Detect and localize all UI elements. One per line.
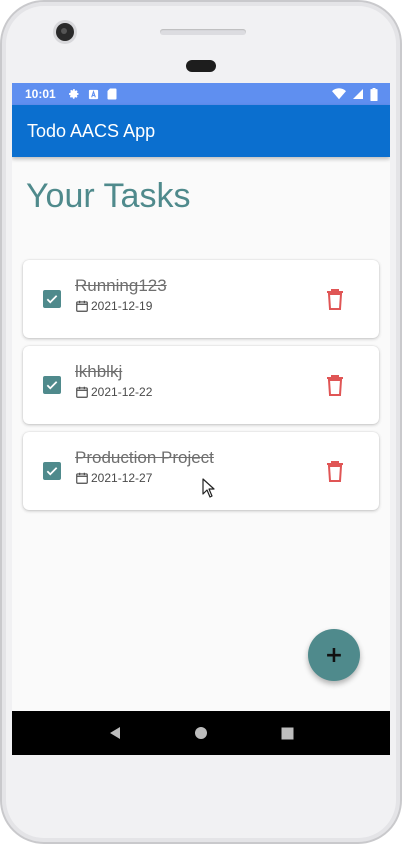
task-date: 2021-12-19 <box>91 299 153 313</box>
task-date: 2021-12-27 <box>91 471 153 485</box>
app-bar: Todo AACS App <box>12 105 390 157</box>
status-left-icons <box>68 88 117 100</box>
task-date-row: 2021-12-27 <box>75 471 152 485</box>
task-title: Production Project <box>75 448 214 467</box>
battery-icon <box>370 87 378 101</box>
delete-task-button[interactable] <box>321 457 349 485</box>
home-icon[interactable] <box>194 726 208 740</box>
task-date-row: 2021-12-22 <box>75 385 152 399</box>
recents-icon[interactable] <box>281 727 294 740</box>
mouse-cursor-icon <box>202 478 215 498</box>
task-title: lkhblkj <box>75 362 123 381</box>
task-list: Running123 2021-12-19 lkhblkj 2021-12-22 <box>23 260 379 518</box>
task-card[interactable]: Production Project 2021-12-27 <box>23 432 379 510</box>
status-bar: 10:01 <box>12 83 390 105</box>
earpiece <box>186 60 216 72</box>
check-icon <box>46 381 58 390</box>
task-title: Running123 <box>75 276 167 295</box>
task-date-row: 2021-12-19 <box>75 299 152 313</box>
trash-icon <box>327 461 343 482</box>
trash-icon <box>327 289 343 310</box>
task-date: 2021-12-22 <box>91 385 153 399</box>
top-speaker-grille <box>160 29 246 35</box>
back-icon[interactable] <box>108 726 122 740</box>
a-icon <box>88 89 98 99</box>
task-card[interactable]: lkhblkj 2021-12-22 <box>23 346 379 424</box>
calendar-icon <box>76 386 88 398</box>
sd-card-icon <box>107 88 117 100</box>
delete-task-button[interactable] <box>321 285 349 313</box>
status-time: 10:01 <box>25 87 56 101</box>
check-icon <box>46 467 58 476</box>
app-title: Todo AACS App <box>27 120 156 141</box>
gear-icon <box>68 89 79 99</box>
delete-task-button[interactable] <box>321 371 349 399</box>
add-task-button[interactable]: + <box>308 629 360 681</box>
calendar-icon <box>76 300 88 312</box>
phone-frame: 10:01 Todo AACS App Your Tasks Running12… <box>0 0 402 844</box>
front-camera <box>56 23 74 41</box>
task-completed-checkbox[interactable] <box>43 376 61 394</box>
task-card[interactable]: Running123 2021-12-19 <box>23 260 379 338</box>
status-right-icons <box>332 87 378 101</box>
wifi-icon <box>332 88 346 100</box>
system-nav-bar <box>12 711 390 755</box>
signal-icon <box>353 89 363 99</box>
trash-icon <box>327 375 343 396</box>
calendar-icon <box>76 472 88 484</box>
task-completed-checkbox[interactable] <box>43 462 61 480</box>
check-icon <box>46 295 58 304</box>
device-screen: 10:01 Todo AACS App Your Tasks Running12… <box>12 83 390 755</box>
task-completed-checkbox[interactable] <box>43 290 61 308</box>
page-title: Your Tasks <box>26 177 191 215</box>
